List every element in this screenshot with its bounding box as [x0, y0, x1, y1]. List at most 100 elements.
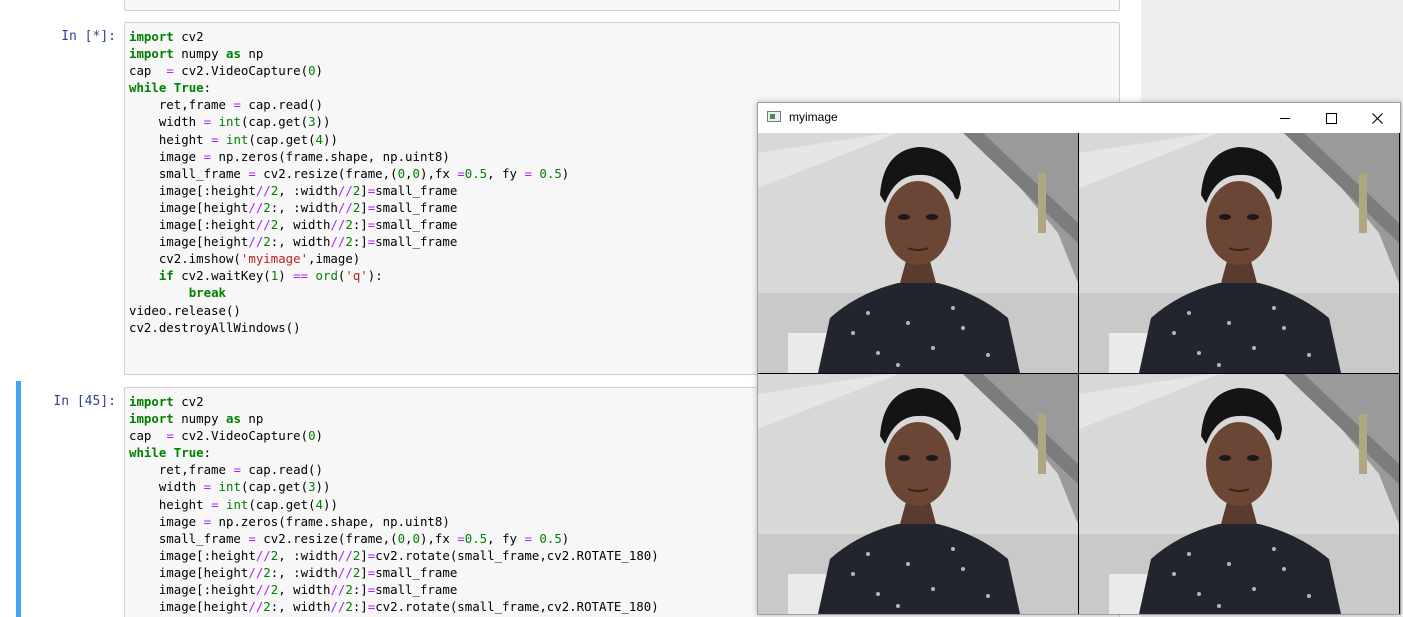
code-token: cv2 [173, 394, 204, 409]
code-line: while True: [129, 79, 1115, 96]
frame-quadrant [1079, 374, 1399, 614]
code-token: cv2.resize(frame,( [255, 165, 398, 181]
code-token: cv2.VideoCapture( [173, 428, 309, 444]
code-token: small_frame [375, 217, 458, 233]
code-token: height [129, 496, 212, 512]
code-token: // [337, 564, 353, 580]
code-line: import numpy as np [129, 45, 1115, 62]
code-token: image[height [129, 564, 249, 580]
code-token: cv2.destroyAllWindows() [129, 319, 301, 335]
code-token: small_frame [375, 582, 458, 598]
code-token: 4 [315, 131, 323, 147]
code-token: // [330, 217, 346, 233]
code-token: 0 [308, 63, 316, 79]
code-token: cv2.resize(frame,( [255, 530, 398, 546]
code-token: as [225, 46, 241, 62]
window-title: myimage [789, 110, 838, 124]
code-token: image[:height [129, 182, 256, 198]
code-token: = [203, 114, 212, 130]
code-token: 0 [412, 165, 420, 181]
code-token: // [330, 582, 346, 598]
code-token: , [405, 165, 413, 181]
code-token: width [129, 114, 204, 130]
code-token: :, width [270, 599, 331, 615]
code-token: :, :width [270, 564, 338, 580]
code-token: == [293, 268, 309, 284]
code-token: = [524, 165, 532, 181]
code-token: ),fx [419, 530, 458, 546]
code-token: break [188, 285, 226, 301]
code-token: True [173, 445, 204, 461]
code-token: numpy [173, 411, 226, 427]
code-token: height [129, 131, 212, 147]
code-token: // [255, 182, 271, 198]
code-token: ret,frame [129, 462, 234, 478]
code-token: ] [360, 547, 368, 563]
close-button[interactable] [1354, 103, 1400, 133]
window-titlebar[interactable]: myimage [758, 103, 1400, 133]
code-token: 4 [315, 496, 323, 512]
code-token: , width [278, 582, 331, 598]
code-token: 0 [397, 165, 406, 181]
code-token: 2 [263, 599, 271, 615]
code-token: cv2 [173, 29, 204, 44]
code-line: cap = cv2.VideoCapture(0) [129, 62, 1115, 79]
frame-quadrant [758, 133, 1078, 373]
code-token: image[:height [129, 582, 256, 598]
code-token: :] [352, 217, 368, 233]
code-token: 2 [345, 582, 353, 598]
code-token: (cap.get( [248, 496, 316, 512]
code-token: = [166, 428, 174, 444]
code-token: 2 [345, 234, 353, 250]
opencv-window[interactable]: myimage [757, 102, 1401, 615]
code-token: video.release() [129, 302, 241, 318]
code-token: cv2.imshow( [129, 251, 241, 267]
code-token: 2 [263, 199, 271, 215]
maximize-button[interactable] [1308, 103, 1354, 133]
code-token: = [248, 165, 256, 181]
code-token: : [203, 80, 212, 96]
code-token: = [457, 530, 465, 546]
code-token: :, width [270, 234, 331, 250]
code-token: ),fx [419, 165, 458, 181]
previous-cell-input[interactable] [124, 0, 1120, 11]
window-app-icon [767, 111, 781, 122]
code-token: import [129, 46, 174, 62]
code-token: :] [352, 582, 368, 598]
code-token: = [233, 97, 241, 113]
code-token: as [225, 411, 241, 427]
minimize-button[interactable] [1262, 103, 1308, 133]
code-token: image[:height [129, 547, 256, 563]
code-token: // [330, 234, 346, 250]
code-token: cap [129, 63, 167, 79]
code-token: ) [561, 165, 570, 181]
code-token: ] [360, 564, 368, 580]
code-token: ) [315, 428, 323, 444]
code-token: cap [129, 428, 167, 444]
code-token: cv2.rotate(small_frame,cv2.ROTATE_180) [375, 599, 659, 615]
code-token: 0.5 [539, 530, 562, 546]
code-token: 2 [263, 234, 271, 250]
code-token: )) [315, 479, 331, 495]
code-token: :] [352, 234, 368, 250]
code-token: int [226, 131, 249, 147]
code-token: ,image) [308, 251, 361, 267]
frame-quadrant [758, 374, 1078, 614]
code-token: 0 [412, 530, 420, 546]
code-token: = [457, 165, 465, 181]
code-token: small_frame [375, 564, 458, 580]
code-token: 2 [345, 599, 353, 615]
code-token: np.zeros(frame.shape, np.uint8) [211, 513, 450, 529]
code-token: int [218, 114, 241, 130]
code-token: 0.5 [539, 165, 562, 181]
code-token: numpy [173, 46, 226, 62]
code-token: small_frame [375, 234, 458, 250]
code-token: image [129, 513, 204, 529]
